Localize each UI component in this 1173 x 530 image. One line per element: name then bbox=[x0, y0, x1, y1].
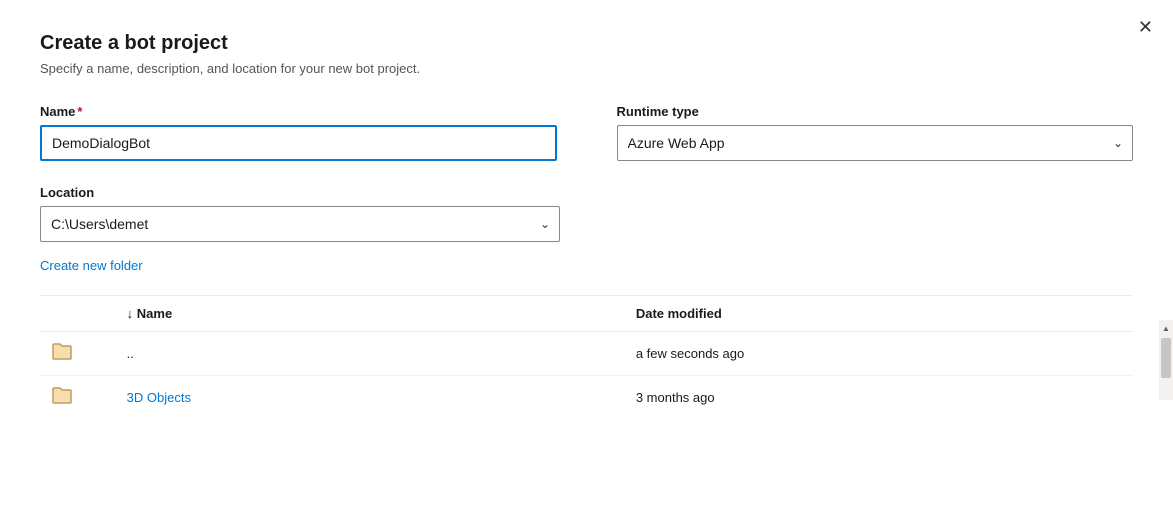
dialog-title: Create a bot project bbox=[40, 32, 228, 55]
table-row: .. a few seconds ago bbox=[40, 332, 1133, 376]
runtime-label: Runtime type bbox=[617, 104, 1134, 119]
folder-icon bbox=[52, 386, 72, 409]
location-field-group: Location C:\Users\demet ⌄ bbox=[40, 185, 560, 242]
create-bot-dialog: Create a bot project ✕ Specify a name, d… bbox=[0, 0, 1173, 530]
scroll-up-arrow[interactable]: ▲ bbox=[1159, 320, 1173, 336]
location-select[interactable]: C:\Users\demet bbox=[40, 206, 560, 242]
row-name-cell: .. bbox=[115, 332, 624, 376]
col-date-header: Date modified bbox=[624, 296, 1133, 332]
scrollbar[interactable]: ▲ bbox=[1159, 320, 1173, 400]
close-button[interactable]: ✕ bbox=[1138, 18, 1153, 36]
name-input[interactable] bbox=[40, 125, 557, 161]
name-field-group: Name* bbox=[40, 104, 557, 161]
runtime-select-wrapper: Azure Web App ⌄ bbox=[617, 125, 1134, 161]
col-icon-header bbox=[40, 296, 115, 332]
location-label: Location bbox=[40, 185, 560, 200]
create-new-folder-link[interactable]: Create new folder bbox=[40, 258, 143, 273]
location-row: Location C:\Users\demet ⌄ bbox=[40, 185, 1133, 242]
sort-arrow-icon: ↓ bbox=[127, 306, 134, 321]
name-label: Name* bbox=[40, 104, 557, 119]
row-icon-cell bbox=[40, 376, 115, 420]
runtime-field-group: Runtime type Azure Web App ⌄ bbox=[617, 104, 1134, 161]
file-table-body: .. a few seconds ago 3D Objects 3 months… bbox=[40, 332, 1133, 420]
runtime-select[interactable]: Azure Web App bbox=[617, 125, 1134, 161]
dialog-header: Create a bot project ✕ bbox=[40, 32, 1133, 55]
folder-icon bbox=[52, 342, 72, 365]
col-name-header[interactable]: ↓ Name bbox=[115, 296, 624, 332]
location-select-wrapper: C:\Users\demet ⌄ bbox=[40, 206, 560, 242]
row-date-cell: 3 months ago bbox=[624, 376, 1133, 420]
table-row: 3D Objects 3 months ago bbox=[40, 376, 1133, 420]
file-table-header: ↓ Name Date modified bbox=[40, 296, 1133, 332]
folder-name: .. bbox=[127, 346, 134, 361]
dialog-subtitle: Specify a name, description, and locatio… bbox=[40, 61, 1133, 76]
row-icon-cell bbox=[40, 332, 115, 376]
file-table: ↓ Name Date modified .. a few se bbox=[40, 295, 1133, 419]
required-indicator: * bbox=[77, 104, 82, 119]
row-date-cell: a few seconds ago bbox=[624, 332, 1133, 376]
form-main-row: Name* Runtime type Azure Web App ⌄ bbox=[40, 104, 1133, 161]
row-name-cell[interactable]: 3D Objects bbox=[115, 376, 624, 420]
scrollbar-thumb[interactable] bbox=[1161, 338, 1171, 378]
folder-name-link[interactable]: 3D Objects bbox=[127, 390, 191, 405]
